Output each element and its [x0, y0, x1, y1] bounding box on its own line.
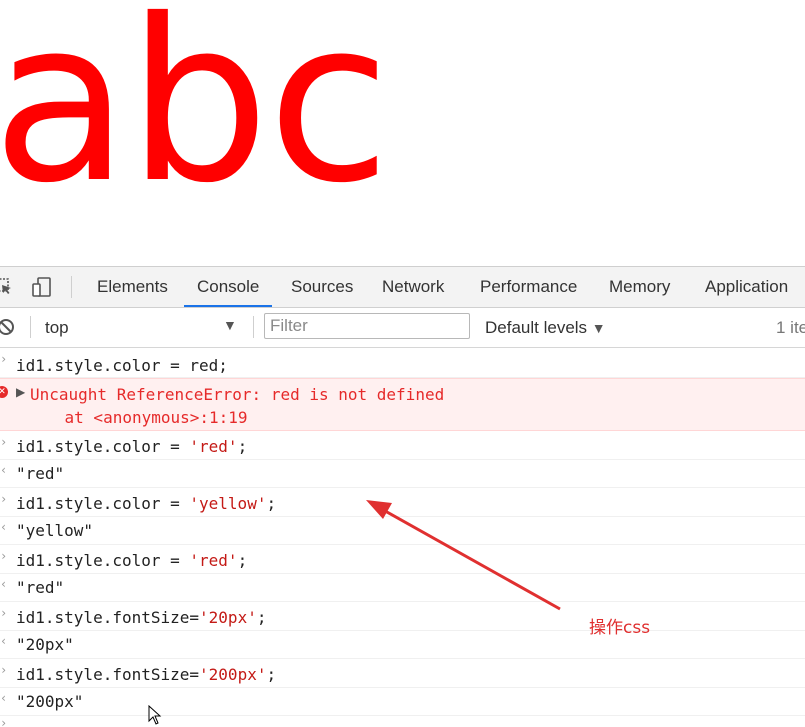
devtools-panel: Elements Console Sources Network Perform…: [0, 266, 805, 727]
chevron-down-icon: ▼: [591, 320, 606, 336]
page-content: abc: [0, 0, 805, 266]
console-input-row: › id1.style.fontSize='20px';: [0, 602, 805, 631]
prompt-icon: ›: [0, 352, 8, 366]
console-output-row: ‹ "200px": [0, 687, 805, 716]
filterbar-divider: [30, 316, 31, 338]
prompt-icon: ›: [0, 435, 8, 449]
tab-memory[interactable]: Memory: [609, 267, 670, 307]
return-icon: ‹: [0, 463, 8, 477]
tab-performance[interactable]: Performance: [480, 267, 577, 307]
heading-abc: abc: [0, 0, 391, 232]
console-input-row: › id1.style.fontSize='200px';: [0, 659, 805, 688]
console-output-row: ‹ "red": [0, 573, 805, 602]
error-message: Uncaught ReferenceError: red is not defi…: [30, 385, 445, 404]
console-input: id1.style.color = 'yellow';: [16, 494, 277, 513]
console-filter-bar: top ▼ Default levels ▼ 1 ite: [0, 308, 805, 348]
filter-input[interactable]: [264, 313, 470, 339]
return-icon: ‹: [0, 691, 8, 705]
console-output: › id1.style.color = red; ✕ ▶ Uncaught Re…: [0, 348, 805, 727]
return-icon: ‹: [0, 577, 8, 591]
console-output-row: ‹ "yellow": [0, 516, 805, 545]
clear-console-icon[interactable]: [0, 318, 15, 336]
prompt-icon: ›: [0, 716, 8, 727]
console-result: "200px": [16, 692, 84, 711]
devtools-toolbar: Elements Console Sources Network Perform…: [0, 267, 805, 308]
console-error-row: ✕ ▶ Uncaught ReferenceError: red is not …: [0, 378, 805, 431]
console-result: "yellow": [16, 521, 94, 540]
item-count: 1 ite: [776, 318, 805, 337]
console-input-row: › id1.style.color = 'red';: [0, 431, 805, 460]
console-result: "red": [16, 464, 65, 483]
inspect-element-icon[interactable]: [0, 277, 14, 297]
tab-sources[interactable]: Sources: [291, 267, 353, 307]
console-input-row: › id1.style.color = 'yellow';: [0, 488, 805, 517]
log-levels-label: Default levels: [485, 318, 588, 337]
tab-elements[interactable]: Elements: [97, 267, 168, 307]
expand-triangle-icon[interactable]: ▶: [16, 385, 25, 399]
prompt-icon: ›: [0, 663, 8, 677]
console-input: id1.style.fontSize='20px';: [16, 608, 267, 627]
mouse-cursor-icon: [148, 705, 162, 725]
log-levels-select[interactable]: Default levels ▼: [485, 318, 606, 338]
device-toolbar-icon[interactable]: [32, 277, 52, 297]
error-location: at <anonymous>:1:19: [26, 408, 248, 427]
console-prompt[interactable]: ›: [0, 716, 805, 727]
console-output-row: ‹ "20px": [0, 630, 805, 659]
prompt-icon: ›: [0, 606, 8, 620]
context-select[interactable]: top: [45, 318, 69, 338]
tab-application[interactable]: Application: [705, 267, 788, 307]
console-input: id1.style.color = red;: [16, 356, 228, 375]
tab-console[interactable]: Console: [184, 267, 273, 307]
console-input: id1.style.fontSize='200px';: [16, 665, 277, 684]
filterbar-divider: [253, 316, 254, 338]
error-icon: ✕: [0, 386, 8, 398]
console-result: "20px": [16, 635, 74, 654]
return-icon: ‹: [0, 634, 8, 648]
console-output-row: ‹ "red": [0, 459, 805, 488]
tab-network[interactable]: Network: [382, 267, 444, 307]
prompt-icon: ›: [0, 492, 8, 506]
chevron-down-icon[interactable]: ▼: [223, 317, 237, 333]
return-icon: ‹: [0, 520, 8, 534]
annotation-label: 操作css: [589, 618, 651, 638]
console-result: "red": [16, 578, 65, 597]
prompt-icon: ›: [0, 549, 8, 563]
console-input-row: › id1.style.color = 'red';: [0, 545, 805, 574]
console-input: id1.style.color = 'red';: [16, 551, 248, 570]
toolbar-divider: [71, 276, 72, 298]
console-input: id1.style.color = 'red';: [16, 437, 248, 456]
console-input-row: › id1.style.color = red;: [0, 348, 805, 378]
